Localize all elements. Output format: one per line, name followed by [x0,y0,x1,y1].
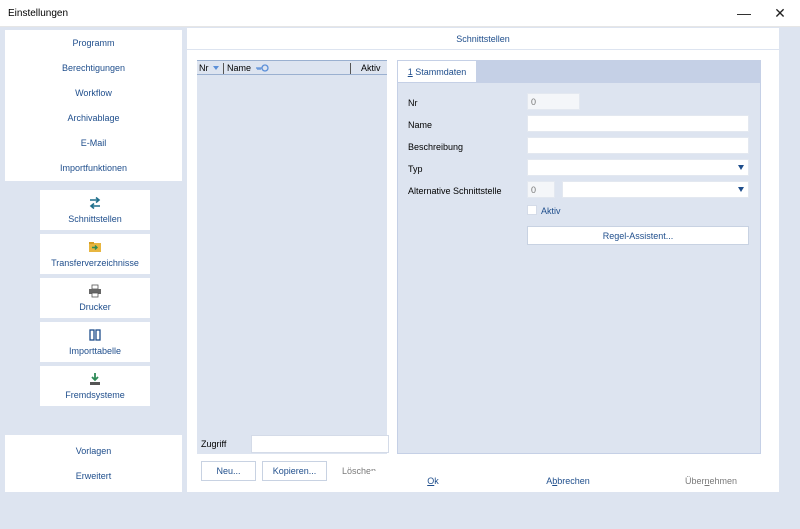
ok-button[interactable]: Ok [370,471,496,491]
tile-label: Importtabelle [68,346,122,356]
download-tray-icon [88,372,102,386]
window-title: Einstellungen [8,8,69,19]
nav-item-berechtigungen[interactable]: Berechtigungen [5,55,182,80]
alt-interface-dropdown[interactable] [562,181,749,198]
zugriff-input[interactable] [251,435,389,453]
detail-area: 1 Stammdaten Nr 0 Name Beschreibung Typ … [397,60,761,454]
nav-item-archivablage[interactable]: Archivablage [5,105,182,130]
tile-fremdsysteme[interactable]: Fremdsysteme [40,366,150,406]
copy-button[interactable]: Kopieren... [262,461,327,481]
new-button[interactable]: Neu... [201,461,256,481]
tile-label: Schnittstellen [68,214,122,224]
minimize-icon: — [737,5,751,21]
tile-drucker[interactable]: Drucker [40,278,150,318]
aktiv-checkbox[interactable] [527,205,537,215]
beschreibung-field[interactable] [527,137,749,154]
list-header: Nr Name Aktiv [197,60,387,75]
nav-item-programm[interactable]: Programm [5,30,182,55]
nav-item-erweitert[interactable]: Erweitert [5,463,182,488]
alt-interface-nr-field: 0 [527,181,555,198]
interface-list[interactable]: Nr Name Aktiv [197,60,387,454]
tab-strip: 1 Stammdaten [397,60,761,82]
swap-arrows-icon [88,196,102,210]
tab-stammdaten[interactable]: 1 Stammdaten [397,60,477,82]
tile-label: Fremdsysteme [65,390,125,400]
zugriff-label: Zugriff [201,439,227,449]
tile-label: Drucker [79,302,111,312]
typ-label: Typ [408,164,423,174]
tab-stammdaten-content: Nr 0 Name Beschreibung Typ Alternative S… [397,82,761,454]
minimize-button[interactable]: — [727,0,761,26]
column-header-nr[interactable]: Nr [199,63,209,73]
main-panel: Schnittstellen Nr Name Aktiv Zugriff Neu… [187,28,779,492]
sort-arrow-icon [213,66,219,70]
tile-transferverzeichnisse[interactable]: Transferverzeichnisse [40,234,150,274]
panel-title: Schnittstellen [187,28,779,50]
left-navigation: Programm Berechtigungen Workflow Archiva… [5,30,182,492]
apply-button[interactable]: Über n ehmen [648,471,774,491]
title-bar: Einstellungen — ✕ [0,0,800,27]
table-columns-icon [88,328,102,342]
chevron-down-icon [738,165,744,170]
column-separator [223,63,224,74]
name-label: Name [408,120,433,130]
tile-schnittstellen[interactable]: Schnittstellen [40,190,150,230]
nav-item-email[interactable]: E-Mail [5,130,182,155]
nav-item-vorlagen[interactable]: Vorlagen [5,438,182,463]
rule-assistant-button[interactable]: Regel-Assistent... [527,226,749,245]
tile-importtabelle[interactable]: Importtabelle [40,322,150,362]
column-separator [350,63,351,74]
nav-item-importfunktionen[interactable]: Importfunktionen [5,155,182,180]
tile-label: Transferverzeichnisse [51,258,139,268]
nr-field: 0 [527,93,580,110]
column-header-aktiv[interactable]: Aktiv [361,63,381,73]
alt-interface-label: Alternative Schnittstelle [408,186,502,196]
close-button[interactable]: ✕ [763,0,797,26]
nav-top-group: Programm Berechtigungen Workflow Archiva… [5,30,182,181]
key-icon [255,64,269,74]
typ-dropdown[interactable] [527,159,749,176]
close-icon: ✕ [774,4,786,21]
nav-item-workflow[interactable]: Workflow [5,80,182,105]
nav-bottom-group: Vorlagen Erweitert [5,435,182,492]
beschreibung-label: Beschreibung [408,142,464,152]
nr-label: Nr [408,98,418,108]
printer-icon [88,284,102,298]
cancel-button[interactable]: Ab brechen [505,471,631,491]
column-header-name[interactable]: Name [227,63,251,73]
folder-transfer-icon [88,240,102,254]
chevron-down-icon [738,187,744,192]
aktiv-checkbox-label: Aktiv [541,206,561,216]
name-field[interactable] [527,115,749,132]
